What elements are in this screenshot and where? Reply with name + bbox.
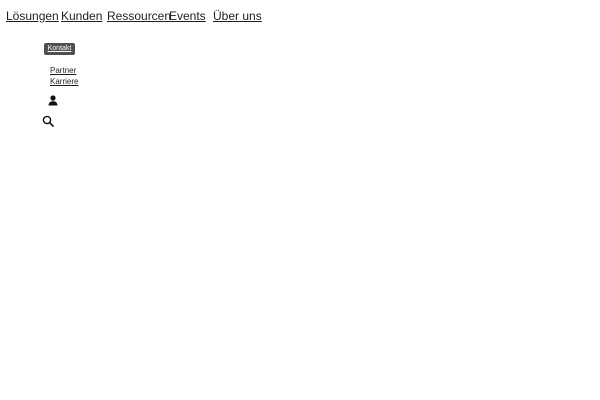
nav-item-ressourcen[interactable]: Ressourcen — [107, 10, 171, 22]
website-header-page: Lösungen Kunden Ressourcen Events Über u… — [0, 0, 600, 400]
nav-item-loesungen[interactable]: Lösungen — [6, 10, 59, 22]
nav-item-kunden[interactable]: Kunden — [61, 10, 102, 22]
search-icon[interactable] — [42, 115, 54, 127]
nav-item-ueber-uns[interactable]: Über uns — [213, 10, 262, 22]
karriere-link[interactable]: Karriere — [50, 78, 78, 86]
partner-link[interactable]: Partner — [50, 67, 76, 75]
kontakt-button[interactable]: Kontakt — [44, 43, 75, 55]
user-icon[interactable] — [48, 95, 58, 106]
nav-item-events[interactable]: Events — [169, 10, 206, 22]
